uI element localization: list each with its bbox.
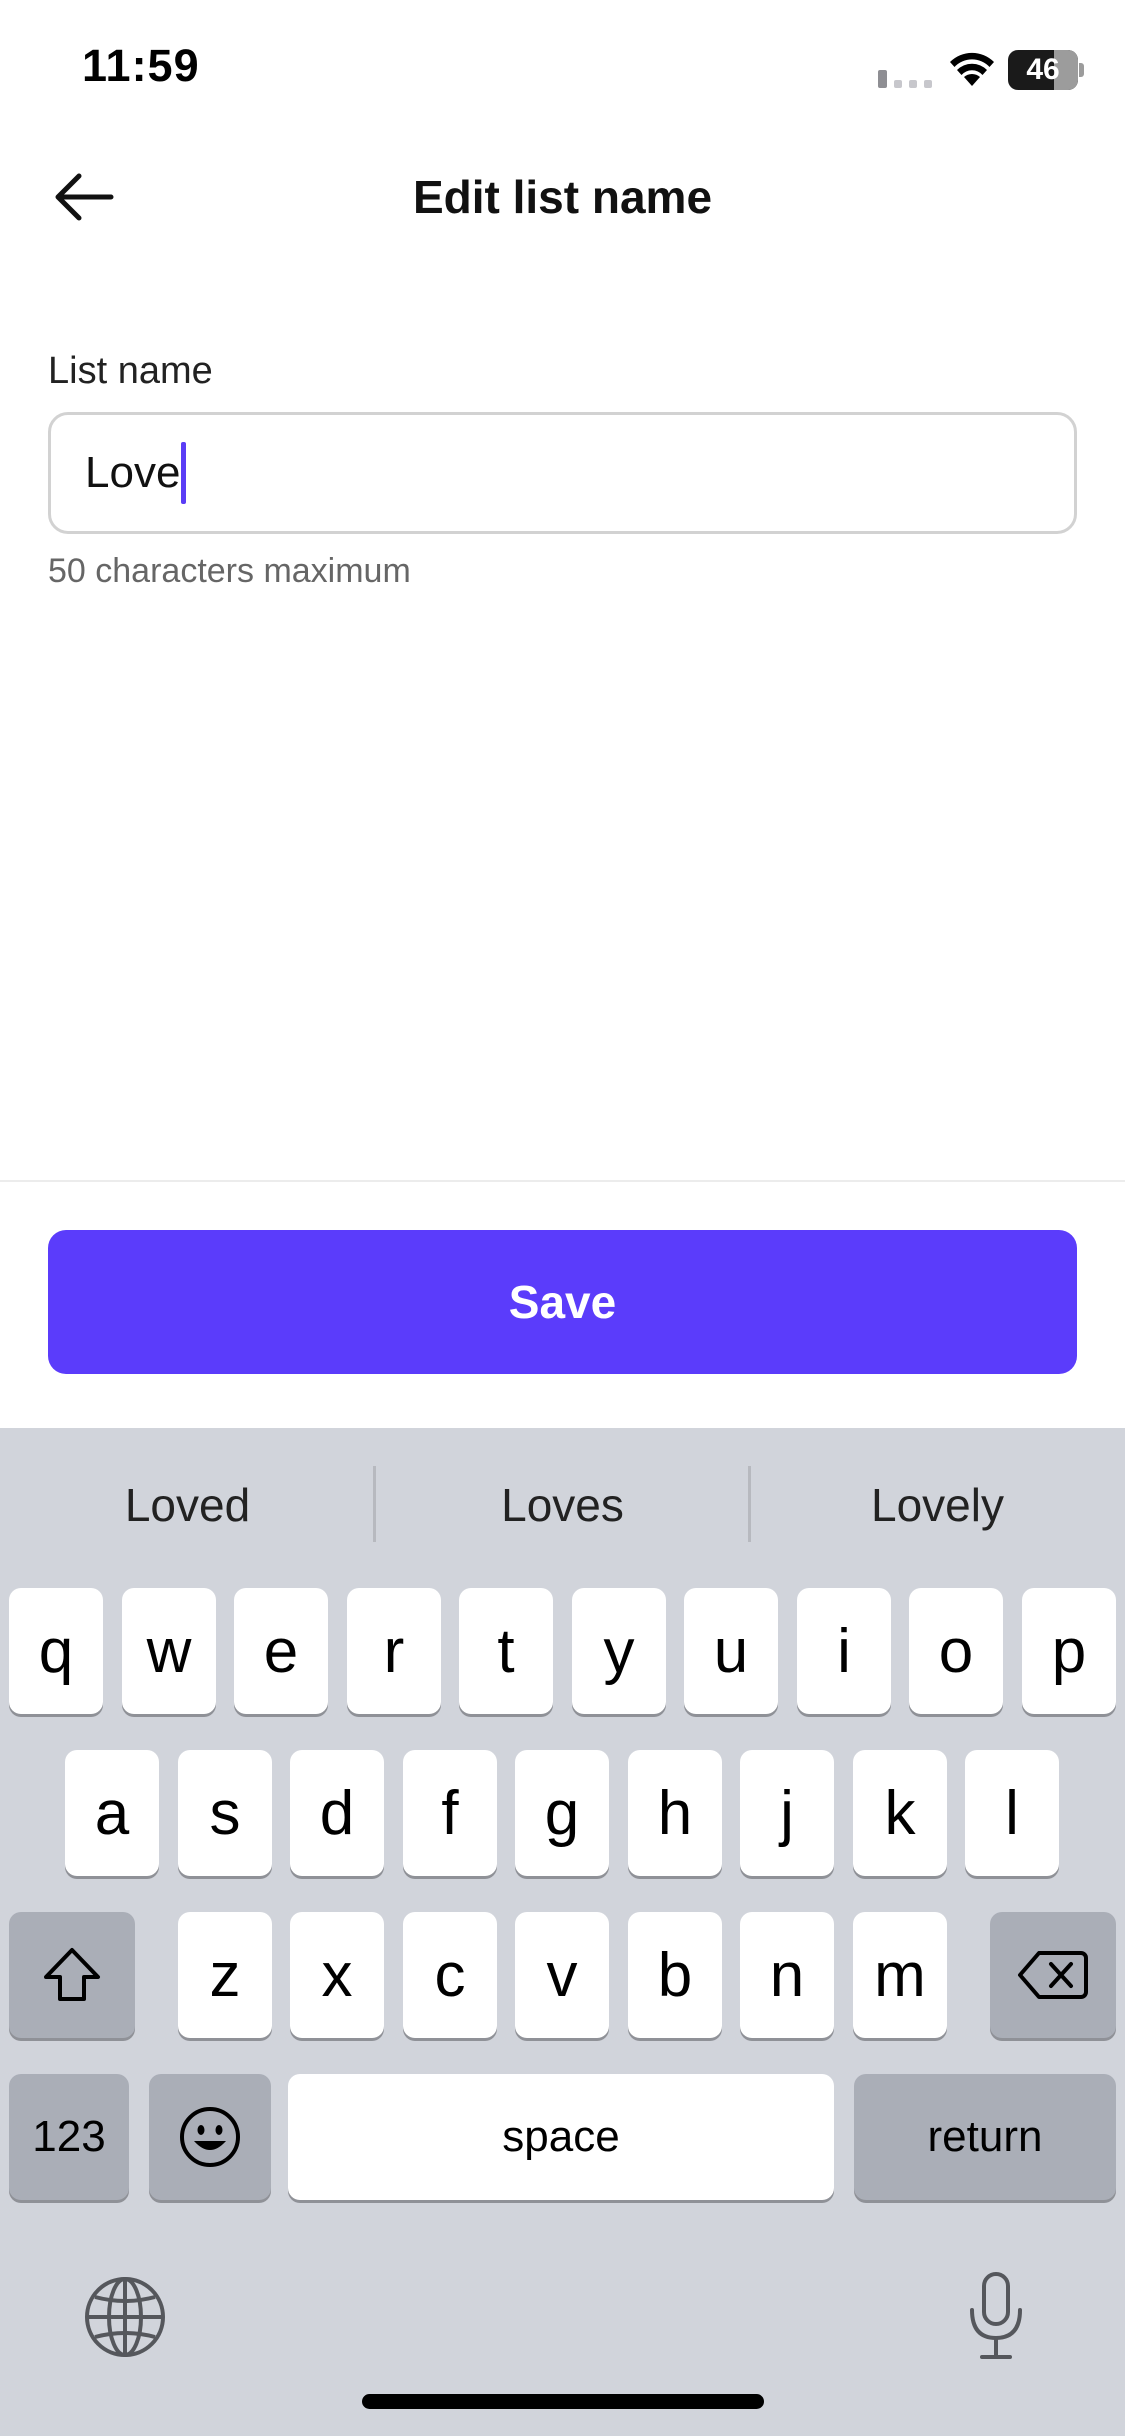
- list-name-label: List name: [48, 350, 213, 392]
- key-k[interactable]: k: [853, 1750, 947, 1876]
- key-o[interactable]: o: [909, 1588, 1003, 1714]
- shift-icon: [44, 1948, 100, 2001]
- suggestion-bar: Loved Loves Lovely: [0, 1428, 1125, 1583]
- key-f[interactable]: f: [403, 1750, 497, 1876]
- page-title: Edit list name: [412, 171, 713, 223]
- key-r[interactable]: r: [347, 1588, 441, 1714]
- space-key[interactable]: space: [288, 2074, 834, 2200]
- key-u[interactable]: u: [684, 1588, 778, 1714]
- save-button[interactable]: Save: [48, 1230, 1077, 1374]
- text-caret: [181, 442, 187, 504]
- key-t[interactable]: t: [459, 1588, 553, 1714]
- battery-level: 46: [1026, 53, 1060, 86]
- emoji-key[interactable]: [149, 2074, 271, 2200]
- key-m[interactable]: m: [853, 1912, 947, 2038]
- suggestion-item[interactable]: Lovely: [750, 1428, 1125, 1583]
- key-p[interactable]: p: [1022, 1588, 1116, 1714]
- key-h[interactable]: h: [628, 1750, 722, 1876]
- list-name-value[interactable]: Love: [85, 415, 187, 531]
- key-c[interactable]: c: [403, 1912, 497, 2038]
- suggestion-item[interactable]: Loves: [375, 1428, 750, 1583]
- shift-key[interactable]: [9, 1912, 135, 2038]
- input-text: Love: [85, 448, 181, 497]
- key-x[interactable]: x: [290, 1912, 384, 2038]
- keyboard: Loved Loves Lovely q w e r t y u i o p a…: [0, 1428, 1125, 2436]
- status-time: 11:59: [82, 40, 200, 91]
- key-y[interactable]: y: [572, 1588, 666, 1714]
- key-a[interactable]: a: [65, 1750, 159, 1876]
- list-name-input[interactable]: Love: [48, 412, 1077, 534]
- key-l[interactable]: l: [965, 1750, 1059, 1876]
- status-bar: 11:59 46: [0, 0, 1125, 140]
- microphone-button[interactable]: [956, 2268, 1036, 2364]
- key-b[interactable]: b: [628, 1912, 722, 2038]
- return-key[interactable]: return: [854, 2074, 1116, 2200]
- wifi-icon: [950, 52, 994, 86]
- key-n[interactable]: n: [740, 1912, 834, 2038]
- key-j[interactable]: j: [740, 1750, 834, 1876]
- cellular-signal-icon: [878, 70, 932, 88]
- key-d[interactable]: d: [290, 1750, 384, 1876]
- key-z[interactable]: z: [178, 1912, 272, 2038]
- delete-key[interactable]: [990, 1912, 1116, 2038]
- battery-indicator: 46: [1008, 50, 1084, 90]
- key-g[interactable]: g: [515, 1750, 609, 1876]
- numbers-key[interactable]: 123: [9, 2074, 129, 2200]
- home-indicator: [362, 2394, 764, 2409]
- key-w[interactable]: w: [122, 1588, 216, 1714]
- emoji-icon: [180, 2107, 240, 2167]
- backspace-icon: [1018, 1951, 1088, 1999]
- key-i[interactable]: i: [797, 1588, 891, 1714]
- divider: [0, 1180, 1125, 1182]
- key-e[interactable]: e: [234, 1588, 328, 1714]
- key-q[interactable]: q: [9, 1588, 103, 1714]
- battery-icon: 46: [1008, 50, 1078, 90]
- microphone-icon: [970, 2272, 1022, 2359]
- globe-button[interactable]: [80, 2272, 170, 2362]
- key-v[interactable]: v: [515, 1912, 609, 2038]
- suggestion-item[interactable]: Loved: [0, 1428, 375, 1583]
- key-s[interactable]: s: [178, 1750, 272, 1876]
- character-limit-hint: 50 characters maximum: [48, 552, 411, 590]
- globe-icon: [85, 2277, 165, 2357]
